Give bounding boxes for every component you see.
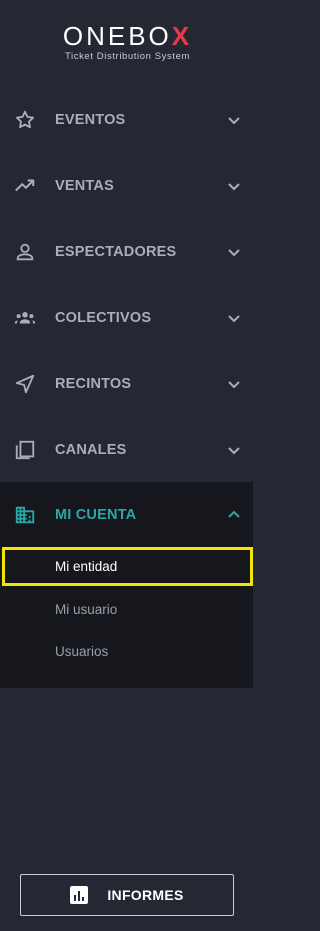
chevron-down-icon — [226, 310, 242, 326]
person-icon — [13, 240, 37, 264]
subitem-usuarios[interactable]: Usuarios — [0, 631, 253, 671]
chevron-down-icon — [226, 244, 242, 260]
subitem-mi-entidad[interactable]: Mi entidad — [2, 547, 253, 586]
informes-button-label: INFORMES — [107, 887, 184, 903]
informes-button[interactable]: INFORMES — [20, 874, 234, 916]
copy-icon — [13, 438, 37, 462]
chevron-down-icon — [226, 112, 242, 128]
trending-up-icon — [13, 174, 37, 198]
nav-label-recintos: RECINTOS — [55, 376, 132, 392]
bar-chart-icon — [70, 886, 89, 904]
chevron-up-icon — [226, 507, 242, 523]
nav-label-eventos: EVENTOS — [55, 112, 126, 128]
nav-label-mi-cuenta: MI CUENTA — [55, 507, 137, 523]
nav-item-espectadores[interactable]: ESPECTADORES — [0, 219, 255, 285]
chevron-down-icon — [226, 442, 242, 458]
nav-item-ventas[interactable]: VENTAS — [0, 153, 255, 219]
nav-item-colectivos[interactable]: COLECTIVOS — [0, 285, 255, 351]
subitem-label: Mi usuario — [55, 601, 118, 617]
groups-icon — [13, 306, 37, 330]
subitem-label: Usuarios — [55, 643, 109, 659]
nav-label-canales: CANALES — [55, 442, 127, 458]
chevron-down-icon — [226, 178, 242, 194]
subitem-label: Mi entidad — [55, 559, 118, 574]
building-icon — [13, 503, 37, 527]
account-section: MI CUENTA Mi entidad Mi usuario Usuarios — [0, 482, 253, 688]
nav-item-recintos[interactable]: RECINTOS — [0, 351, 255, 417]
nav-label-colectivos: COLECTIVOS — [55, 310, 152, 326]
logo[interactable]: ONEBOX Ticket Distribution System — [0, 22, 255, 62]
nav-label-ventas: VENTAS — [55, 178, 114, 194]
nav-item-mi-cuenta[interactable]: MI CUENTA — [0, 482, 253, 548]
chevron-down-icon — [226, 376, 242, 392]
nav-label-espectadores: ESPECTADORES — [55, 244, 177, 260]
logo-wordmark: ONEBOX — [62, 21, 193, 51]
nav-item-canales[interactable]: CANALES — [0, 417, 255, 483]
navigation-arrow-icon — [13, 372, 37, 396]
sidebar: ONEBOX Ticket Distribution System EVENTO… — [0, 0, 255, 931]
star-icon — [13, 108, 37, 132]
logo-tagline: Ticket Distribution System — [64, 51, 191, 62]
nav-item-eventos[interactable]: EVENTOS — [0, 87, 255, 153]
subitem-mi-usuario[interactable]: Mi usuario — [0, 589, 253, 629]
